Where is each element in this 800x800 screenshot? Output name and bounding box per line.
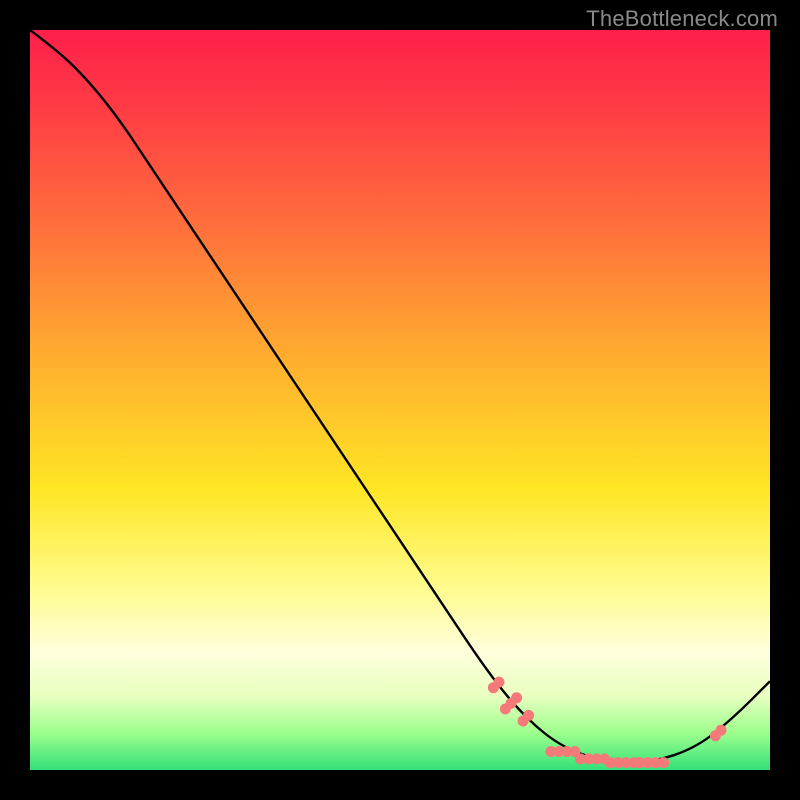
- chart-frame: TheBottleneck.com: [0, 0, 800, 800]
- attribution-text: TheBottleneck.com: [586, 6, 778, 32]
- plot-background: [30, 30, 770, 770]
